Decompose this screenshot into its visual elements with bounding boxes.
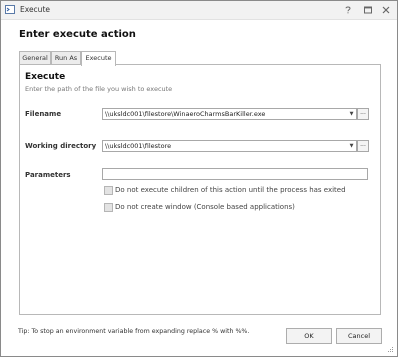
window-title: Execute <box>20 5 50 14</box>
wait-for-process-checkbox[interactable] <box>104 186 113 195</box>
cancel-button[interactable]: Cancel <box>336 328 382 344</box>
working-directory-label: Working directory <box>25 142 97 150</box>
working-directory-input[interactable]: \\uksldc001\filestore <box>102 140 348 152</box>
tab-run-as[interactable]: Run As <box>51 51 81 65</box>
parameters-label: Parameters <box>25 171 71 179</box>
ok-button[interactable]: OK <box>286 328 332 344</box>
filename-input[interactable]: \\uksldc001\filestore\WinaeroCharmsBarKi… <box>102 108 348 120</box>
tab-general[interactable]: General <box>19 51 51 65</box>
footer-tip: Tip: To stop an environment variable fro… <box>18 328 250 335</box>
section-title: Execute <box>25 72 66 82</box>
resize-grip-icon[interactable] <box>388 347 394 353</box>
working-directory-dropdown-button[interactable]: ▼ <box>347 140 357 152</box>
maximize-icon[interactable] <box>362 4 374 16</box>
dialog-heading: Enter execute action <box>19 29 136 40</box>
filename-dropdown-button[interactable]: ▼ <box>347 108 357 120</box>
chevron-down-icon: ▼ <box>349 143 354 149</box>
title-bar[interactable]: Execute <box>1 1 397 20</box>
no-window-label[interactable]: Do not create window (Console based appl… <box>115 203 295 211</box>
app-icon <box>5 5 15 14</box>
wait-for-process-label[interactable]: Do not execute children of this action u… <box>115 186 346 194</box>
no-window-checkbox[interactable] <box>104 203 113 212</box>
close-icon[interactable] <box>380 4 392 16</box>
chevron-down-icon: ▼ <box>349 111 354 117</box>
parameters-input[interactable] <box>102 168 368 180</box>
execute-dialog-window: Execute Enter execute action General Run… <box>0 0 398 357</box>
filename-label: Filename <box>25 110 62 118</box>
tab-execute[interactable]: Execute <box>81 51 116 66</box>
help-icon[interactable] <box>342 4 354 16</box>
filename-browse-button[interactable]: ... <box>357 108 369 120</box>
working-directory-browse-button[interactable]: ... <box>357 140 369 152</box>
section-subtitle: Enter the path of the file you wish to e… <box>25 85 173 93</box>
